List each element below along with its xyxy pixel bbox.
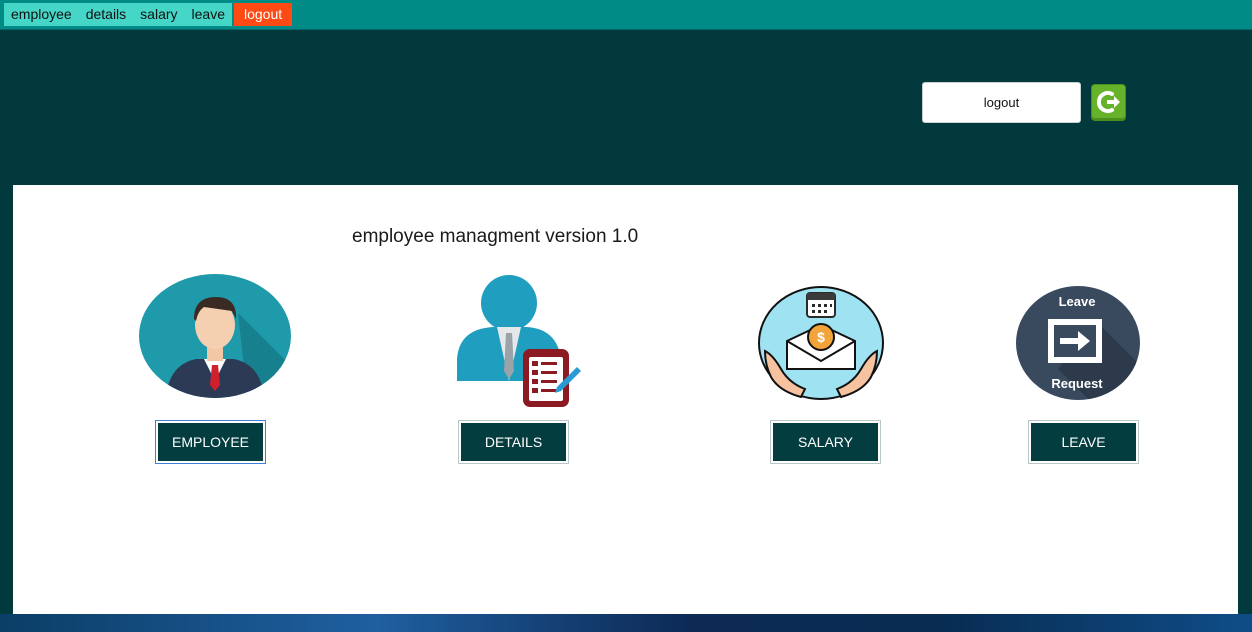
desktop-background-strip: [0, 614, 1252, 632]
svg-text:$: $: [817, 329, 825, 345]
menu-item-details[interactable]: details: [78, 3, 134, 26]
main-panel: employee managment version 1.0 $ Leave R…: [13, 185, 1238, 614]
leave-icon-top-text: Leave: [1058, 294, 1096, 309]
app-title: employee managment version 1.0: [352, 226, 639, 247]
logout-arrow-icon[interactable]: [1090, 83, 1127, 122]
menu-item-salary[interactable]: salary: [133, 3, 185, 26]
logout-button[interactable]: logout: [922, 82, 1081, 123]
salary-envelope-icon: $: [758, 286, 884, 400]
menu-item-employee[interactable]: employee: [4, 3, 79, 26]
details-button[interactable]: DETAILS: [458, 420, 569, 464]
leave-icon-bottom-text: Request: [1051, 376, 1103, 391]
menu-item-leave[interactable]: leave: [184, 3, 232, 26]
menu-items: employee details salary leave logout: [4, 3, 293, 26]
employee-details-icon: [457, 275, 581, 407]
salary-button[interactable]: SALARY: [770, 420, 881, 464]
leave-button[interactable]: LEAVE: [1028, 420, 1139, 464]
menu-bar: employee details salary leave logout: [0, 0, 1252, 30]
employee-avatar-icon: [139, 274, 291, 398]
employee-button[interactable]: EMPLOYEE: [155, 420, 266, 464]
menu-item-logout[interactable]: logout: [234, 3, 293, 26]
